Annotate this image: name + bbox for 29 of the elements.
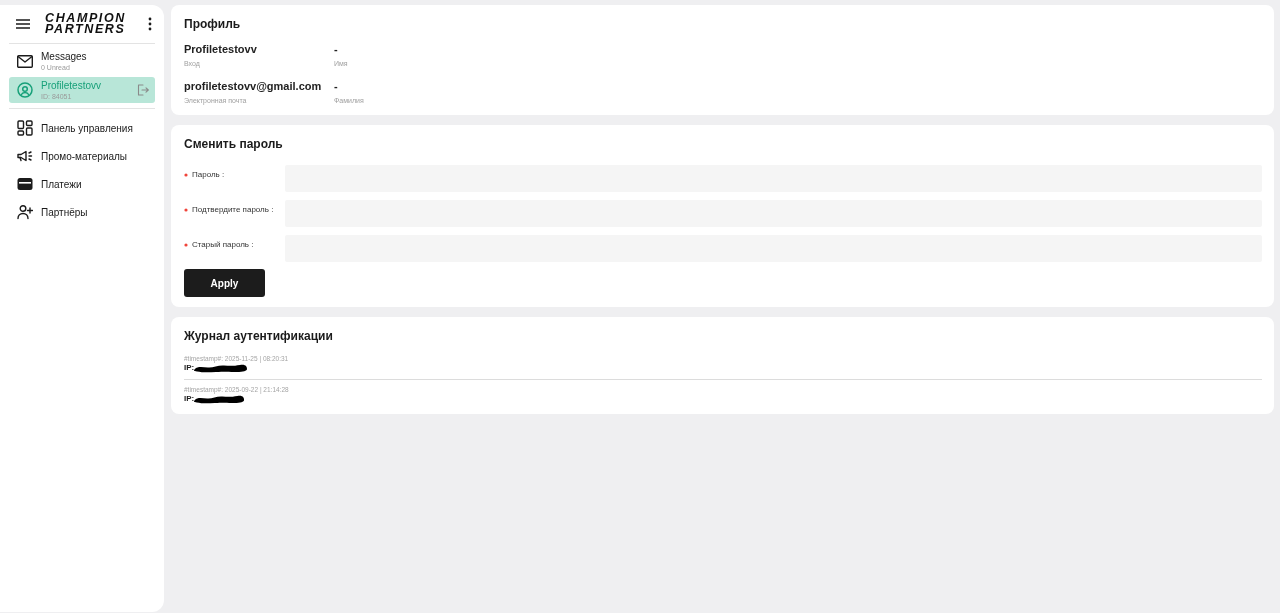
card-title: Профиль bbox=[184, 16, 242, 32]
envelope-icon bbox=[17, 54, 33, 68]
logout-icon[interactable] bbox=[137, 84, 149, 96]
field-value: Profiletestovv bbox=[184, 43, 258, 56]
wallet-icon bbox=[17, 176, 33, 192]
menu-icon[interactable] bbox=[16, 19, 30, 29]
apply-button[interactable]: Apply bbox=[184, 269, 265, 297]
field-value: - bbox=[334, 80, 339, 93]
megaphone-icon bbox=[17, 148, 33, 164]
nav-item[interactable]: Партнёры bbox=[9, 198, 155, 226]
field-label: Пароль : bbox=[192, 170, 225, 180]
user-circle-icon bbox=[17, 82, 33, 98]
nav-item[interactable]: Промо-материалы bbox=[9, 142, 155, 170]
field-value: profiletestovv@gmail.com bbox=[184, 80, 323, 93]
field-label: Старый пароль : bbox=[192, 240, 254, 250]
brand-logo: CHAMPION PARTNERS bbox=[45, 13, 127, 35]
field-label: Подтвердите пароль : bbox=[192, 205, 274, 215]
ip-label: IP: bbox=[184, 394, 195, 404]
field-value: - bbox=[334, 43, 339, 56]
account-title: Messages bbox=[41, 50, 88, 63]
users-plus-icon bbox=[17, 204, 33, 220]
nav-item[interactable]: Платежи bbox=[9, 170, 155, 198]
more-icon[interactable] bbox=[148, 17, 152, 31]
account-title: Profiletestovv bbox=[41, 79, 103, 92]
nav-item[interactable]: Панель управления bbox=[9, 114, 155, 142]
dashboard-grid-icon bbox=[17, 120, 33, 136]
ip-label: IP: bbox=[184, 363, 195, 373]
card-title: Сменить пароль bbox=[184, 136, 284, 152]
card-title: Журнал аутентификации bbox=[184, 328, 334, 344]
